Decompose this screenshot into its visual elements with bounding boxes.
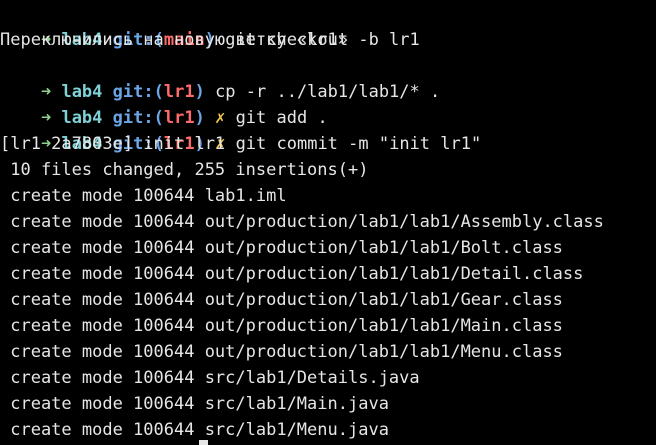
output-line-switched: Переключились на новую ветку «lr1»: [0, 30, 348, 50]
output-line-create: create mode 100644 src/lab1/Main.java: [0, 394, 389, 414]
output-line-create: create mode 100644 out/production/lab1/l…: [0, 290, 563, 310]
output-line-create: create mode 100644 lab1.iml: [0, 186, 287, 206]
prompt-line: ➜ lab4 git:(lr1) cp -r ../lab1/lab1/* .: [0, 53, 656, 102]
output-line-summary: 10 files changed, 255 insertions(+): [0, 160, 369, 180]
output-line-create: create mode 100644 out/production/lab1/l…: [0, 316, 563, 336]
prompt-line: ➜ lab4 git:(lr1) ✗ git commit -m "init l…: [0, 105, 656, 154]
output-line-create: create mode 100644 out/production/lab1/l…: [0, 212, 604, 232]
output-line-create: create mode 100644 src/lab1/Menu.java: [0, 420, 389, 440]
output-line-commit-header: [lr1 2a7803e] init lr1: [0, 134, 226, 154]
terminal-window[interactable]: ➜ lab4 git:(main) git checkout -b lr1 Пе…: [0, 0, 656, 445]
output-line-create: create mode 100644 out/production/lab1/l…: [0, 342, 563, 362]
output-line-create: create mode 100644 out/production/lab1/l…: [0, 238, 563, 258]
output-line-create: create mode 100644 out/production/lab1/l…: [0, 264, 584, 284]
prompt-line: ➜ lab4 git:(lr1) ✗ git add .: [0, 79, 656, 128]
prompt-line: ➜ lab4 git:(main) git checkout -b lr1: [0, 1, 656, 50]
output-line-create: create mode 100644 src/lab1/Details.java: [0, 368, 420, 388]
text-cursor: [199, 440, 208, 445]
